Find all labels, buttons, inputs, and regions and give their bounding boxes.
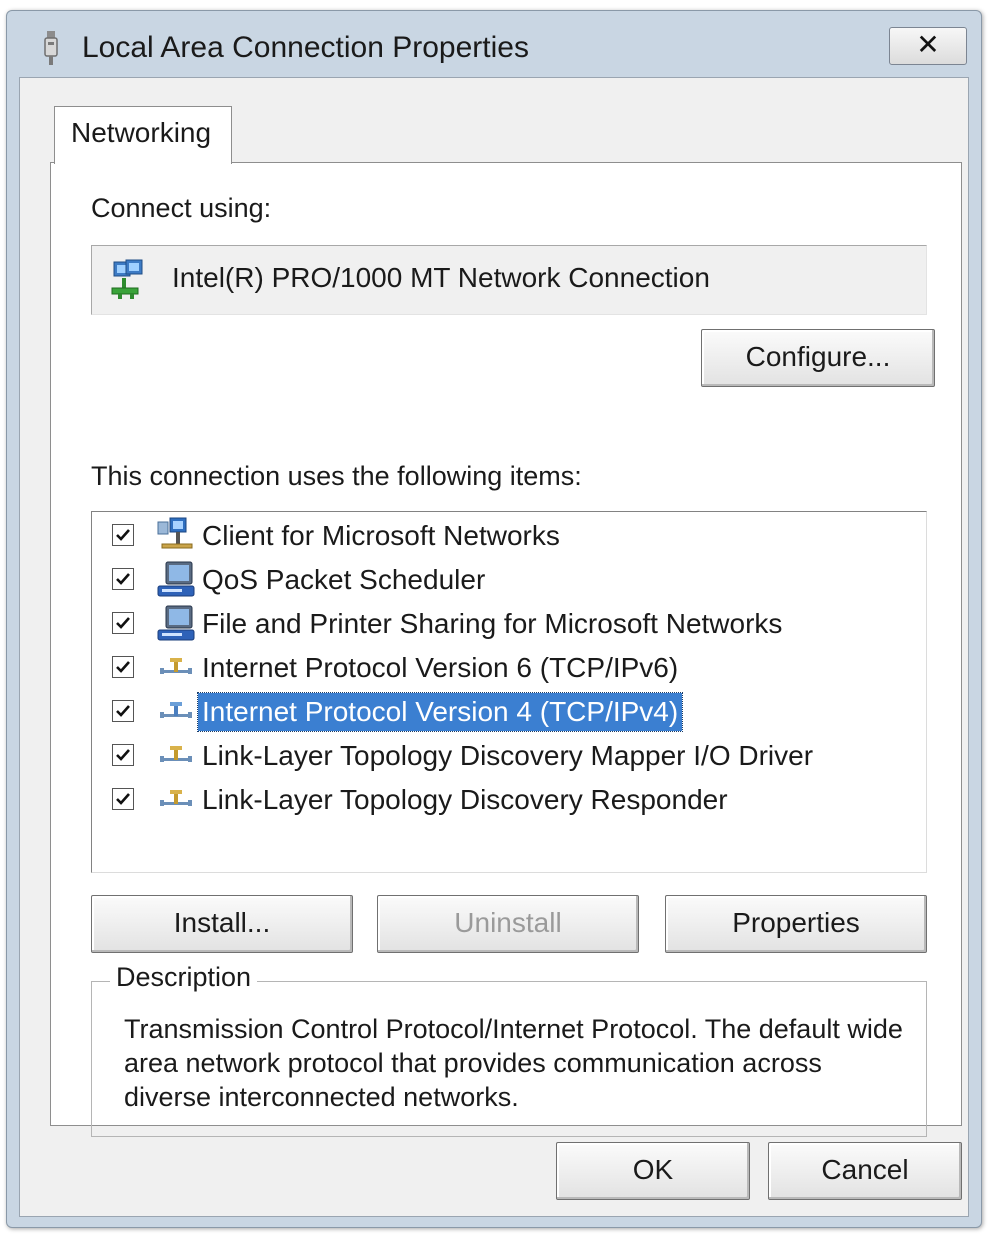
adapter-name: Intel(R) PRO/1000 MT Network Connection: [172, 262, 710, 293]
item-label: QoS Packet Scheduler: [202, 564, 486, 595]
list-item[interactable]: Link-Layer Topology Discovery Mapper I/O…: [92, 736, 892, 780]
configure-button[interactable]: Configure...: [701, 329, 935, 387]
list-item[interactable]: Link-Layer Topology Discovery Responder: [92, 780, 892, 824]
checkbox-qos-packet-scheduler[interactable]: [112, 568, 134, 590]
list-item[interactable]: QoS Packet Scheduler: [92, 560, 892, 604]
network-protocol-icon: [154, 780, 198, 820]
ok-button[interactable]: OK: [556, 1142, 750, 1200]
network-service-icon: [154, 604, 198, 644]
network-protocol-icon: [154, 692, 198, 732]
close-button[interactable]: ✕: [889, 27, 967, 65]
checkbox-file-and-printer-sharing[interactable]: [112, 612, 134, 634]
properties-button[interactable]: Properties: [665, 895, 927, 953]
dialog-body: Networking Connect using: Intel(R) PRO/1…: [19, 77, 969, 1217]
item-label-selected: Internet Protocol Version 4 (TCP/IPv4): [196, 692, 684, 732]
checkbox-lltd-mapper[interactable]: [112, 744, 134, 766]
adapter-field: Intel(R) PRO/1000 MT Network Connection: [91, 245, 927, 315]
item-label: File and Printer Sharing for Microsoft N…: [202, 608, 783, 639]
tab-networking[interactable]: Networking: [54, 106, 232, 164]
checkbox-ipv4[interactable]: [112, 700, 134, 722]
item-label: Internet Protocol Version 6 (TCP/IPv6): [202, 652, 679, 683]
network-service-icon: [154, 560, 198, 600]
title-bar[interactable]: Local Area Connection Properties ✕: [7, 11, 981, 73]
network-adapter-icon: [108, 258, 148, 300]
item-label: Client for Microsoft Networks: [202, 520, 560, 551]
description-group: Description Transmission Control Protoco…: [91, 962, 927, 1137]
network-client-icon: [154, 516, 198, 556]
uninstall-button[interactable]: Uninstall: [377, 895, 639, 953]
checkbox-client-for-microsoft-networks[interactable]: [112, 524, 134, 546]
list-item[interactable]: Client for Microsoft Networks: [92, 516, 892, 560]
connect-using-label: Connect using:: [91, 193, 272, 223]
description-legend: Description: [110, 962, 258, 993]
networking-panel: Connect using: Intel(R) PRO/1000 MT Netw: [50, 162, 962, 1137]
network-protocol-icon: [154, 736, 198, 776]
list-item[interactable]: Internet Protocol Version 6 (TCP/IPv6): [92, 648, 892, 692]
item-label: Link-Layer Topology Discovery Mapper I/O…: [202, 740, 814, 771]
close-icon: ✕: [916, 29, 940, 60]
install-button[interactable]: Install...: [91, 895, 353, 953]
network-protocol-icon: [154, 648, 198, 688]
description-text: Transmission Control Protocol/Internet P…: [124, 1014, 903, 1112]
item-label: Link-Layer Topology Discovery Responder: [202, 784, 728, 815]
components-list[interactable]: Client for Microsoft Networks QoS Packet…: [91, 511, 927, 873]
window-title: Local Area Connection Properties: [82, 31, 529, 64]
list-item[interactable]: Internet Protocol Version 4 (TCP/IPv4): [92, 692, 892, 736]
network-connection-icon: [43, 31, 59, 65]
checkbox-lltd-responder[interactable]: [112, 788, 134, 810]
checkbox-ipv6[interactable]: [112, 656, 134, 678]
items-label: This connection uses the following items…: [91, 461, 582, 491]
list-item[interactable]: File and Printer Sharing for Microsoft N…: [92, 604, 892, 648]
properties-dialog: Local Area Connection Properties ✕ Netwo…: [6, 10, 982, 1228]
cancel-button[interactable]: Cancel: [768, 1142, 962, 1200]
